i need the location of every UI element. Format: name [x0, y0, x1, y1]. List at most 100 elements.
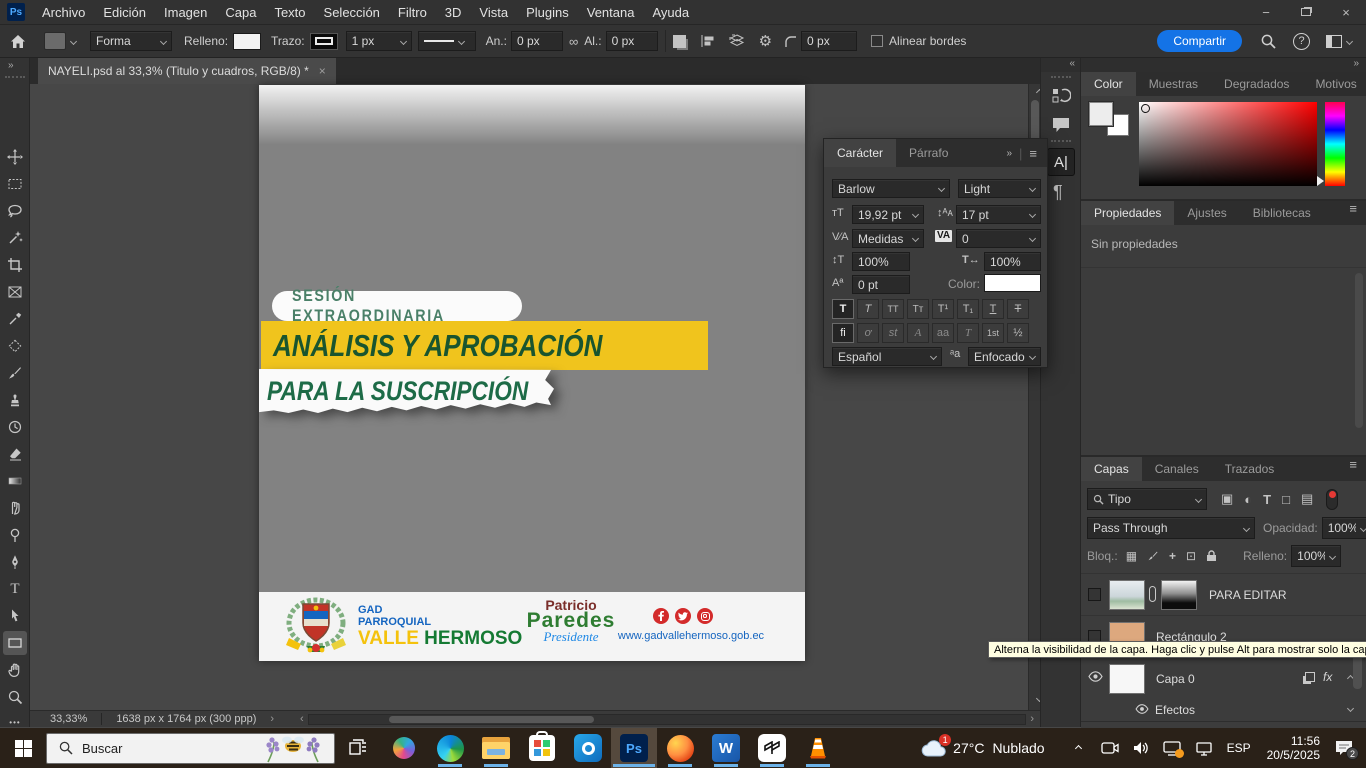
- ligatures-button[interactable]: fi: [832, 323, 854, 343]
- properties-scroll-thumb[interactable]: [1355, 273, 1363, 428]
- document-close-icon[interactable]: ×: [319, 64, 326, 78]
- layer-mask-thumbnail[interactable]: [1161, 580, 1197, 610]
- faux-bold-button[interactable]: T: [832, 299, 854, 319]
- kerning-select[interactable]: Medidas: [852, 229, 924, 248]
- tab-capas[interactable]: Capas: [1081, 457, 1142, 481]
- layer-row-efectos[interactable]: Efectos: [1081, 699, 1366, 721]
- tab-propiedades[interactable]: Propiedades: [1081, 201, 1174, 225]
- tracking-select[interactable]: 0: [956, 229, 1041, 248]
- titling-alternates-button[interactable]: A: [907, 323, 929, 343]
- lock-position-icon[interactable]: +: [1169, 549, 1176, 563]
- share-button[interactable]: Compartir: [1157, 30, 1242, 52]
- lock-artboard-icon[interactable]: ⊡: [1186, 549, 1196, 563]
- filter-adjustment-layers-icon[interactable]: ◐: [1244, 492, 1252, 507]
- panel-menu-icon[interactable]: ≡: [1029, 146, 1037, 161]
- layer-filter-select[interactable]: Tipo: [1087, 488, 1207, 510]
- tab-trazados[interactable]: Trazados: [1212, 457, 1288, 481]
- strikethrough-button[interactable]: T: [1007, 299, 1029, 319]
- lock-pixels-icon[interactable]: [1147, 550, 1159, 562]
- close-button[interactable]: ×: [1326, 0, 1366, 25]
- tab-degradados[interactable]: Degradados: [1211, 72, 1302, 96]
- font-style-select[interactable]: Light: [958, 179, 1041, 198]
- pen-tool-icon[interactable]: [3, 550, 27, 574]
- lock-transparency-icon[interactable]: ▦: [1126, 549, 1137, 563]
- leading-select[interactable]: 17 pt: [956, 205, 1041, 224]
- path-arrangement-icon[interactable]: [729, 34, 745, 49]
- opacity-field[interactable]: 100%: [1322, 517, 1366, 539]
- lasso-tool-icon[interactable]: [3, 199, 27, 223]
- search-icon[interactable]: [1260, 33, 1277, 50]
- tab-color[interactable]: Color: [1081, 72, 1136, 96]
- clock[interactable]: 11:56 20/5/2025: [1267, 734, 1320, 762]
- menu-filtro[interactable]: Filtro: [389, 0, 436, 25]
- underline-button[interactable]: T: [982, 299, 1004, 319]
- stroke-width-select[interactable]: 1 px: [346, 31, 412, 51]
- history-brush-tool-icon[interactable]: [3, 415, 27, 439]
- menu-3d[interactable]: 3D: [436, 0, 471, 25]
- notification-center-icon[interactable]: 2: [1334, 739, 1354, 757]
- filter-smart-objects-icon[interactable]: ▤: [1301, 491, 1313, 507]
- faux-italic-button[interactable]: T: [857, 299, 879, 319]
- antialias-select[interactable]: Enfocado: [968, 347, 1041, 366]
- start-button[interactable]: [0, 728, 46, 768]
- filter-toggle-switch[interactable]: [1326, 489, 1338, 510]
- path-selection-tool-icon[interactable]: [3, 604, 27, 628]
- all-caps-button[interactable]: TT: [882, 299, 904, 319]
- healing-brush-tool-icon[interactable]: [3, 334, 27, 358]
- clone-stamp-tool-icon[interactable]: [3, 388, 27, 412]
- volume-icon[interactable]: [1133, 741, 1149, 755]
- paragraph-panel-icon[interactable]: ¶: [1053, 182, 1063, 203]
- stroke-type-select[interactable]: [418, 31, 476, 51]
- zoom-tool-icon[interactable]: [3, 685, 27, 709]
- discretionary-ligatures-button[interactable]: st: [882, 323, 904, 343]
- eyedropper-tool-icon[interactable]: [3, 307, 27, 331]
- menu-ventana[interactable]: Ventana: [578, 0, 644, 25]
- ordinals-button[interactable]: 1st: [982, 323, 1004, 343]
- horizontal-scroll-thumb[interactable]: [389, 716, 594, 723]
- color-field[interactable]: [1139, 102, 1317, 186]
- quick-selection-tool-icon[interactable]: [3, 226, 27, 250]
- baseline-shift-field[interactable]: 0 pt: [852, 275, 910, 294]
- effects-label[interactable]: Efectos: [1155, 703, 1195, 717]
- align-edges-checkbox[interactable]: [871, 35, 883, 47]
- weather-icon[interactable]: 1: [921, 739, 947, 757]
- tab-bibliotecas[interactable]: Bibliotecas: [1240, 201, 1324, 225]
- taskbar-outlook[interactable]: [565, 728, 611, 768]
- network-icon[interactable]: [1195, 741, 1213, 756]
- visibility-eye-icon[interactable]: [1135, 704, 1149, 714]
- taskbar-photoshop-active[interactable]: Ps: [611, 728, 657, 768]
- menu-archivo[interactable]: Archivo: [33, 0, 94, 25]
- path-alignment-icon[interactable]: [700, 34, 715, 48]
- subscript-button[interactable]: T₁: [957, 299, 979, 319]
- tab-canales[interactable]: Canales: [1142, 457, 1212, 481]
- visibility-eye-icon[interactable]: [1088, 671, 1103, 682]
- tab-parrafo[interactable]: Párrafo: [896, 139, 961, 167]
- collapse-dock-icon[interactable]: »: [1081, 58, 1366, 72]
- filter-pixel-layers-icon[interactable]: ▣: [1221, 491, 1233, 507]
- taskbar-capcut[interactable]: [749, 728, 795, 768]
- task-view-button[interactable]: [335, 728, 381, 768]
- tab-ajustes[interactable]: Ajustes: [1174, 201, 1239, 225]
- tool-strip-grip[interactable]: [5, 76, 25, 78]
- fill-opacity-field[interactable]: 100%: [1291, 545, 1341, 567]
- small-caps-button[interactable]: Tᴛ: [907, 299, 929, 319]
- smudge-tool-icon[interactable]: [3, 496, 27, 520]
- hue-slider-pointer[interactable]: [1317, 176, 1324, 186]
- h-scroll-left-arrow[interactable]: ‹: [300, 713, 304, 725]
- panel-foreground-swatch[interactable]: [1089, 102, 1113, 126]
- taskbar-search-box[interactable]: Buscar: [46, 733, 335, 764]
- lock-all-icon[interactable]: [1206, 550, 1217, 562]
- visibility-checkbox[interactable]: [1088, 588, 1101, 601]
- taskbar-word[interactable]: W: [703, 728, 749, 768]
- weather-temperature[interactable]: 27°C: [953, 740, 984, 756]
- superscript-button[interactable]: T¹: [932, 299, 954, 319]
- restore-button[interactable]: [1286, 0, 1326, 25]
- hue-slider[interactable]: [1325, 102, 1345, 186]
- menu-texto[interactable]: Texto: [265, 0, 314, 25]
- swash-button[interactable]: ơ: [857, 323, 879, 343]
- collapse-tools-icon[interactable]: »: [8, 60, 14, 71]
- layer-row-capa-0[interactable]: Capa 0 fx: [1081, 657, 1366, 699]
- hand-tool-icon[interactable]: [3, 658, 27, 682]
- font-size-select[interactable]: 19,92 pt: [852, 205, 924, 224]
- marquee-tool-icon[interactable]: [3, 172, 27, 196]
